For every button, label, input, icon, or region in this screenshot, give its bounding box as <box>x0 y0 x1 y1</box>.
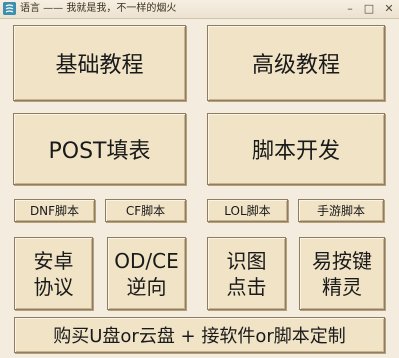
easy-key-wizard-label: 易按键 精灵 <box>312 248 372 299</box>
close-icon[interactable]: ✕ <box>382 2 396 16</box>
android-protocol-label: 安卓 协议 <box>33 248 74 299</box>
purchase-label: 购买U盘or云盘 + 接软件or脚本定制 <box>53 326 346 347</box>
basic-tutorial-button[interactable]: 基础教程 <box>13 25 186 101</box>
minimize-icon[interactable]: – <box>343 2 357 16</box>
title-bar: 语言 —— 我就是我，不一样的烟火 – □ ✕ <box>0 0 399 19</box>
easy-key-wizard-button[interactable]: 易按键 精灵 <box>299 237 385 310</box>
post-form-label: POST填表 <box>48 139 151 164</box>
maximize-icon[interactable]: □ <box>362 2 376 16</box>
lol-script-label: LOL脚本 <box>224 204 271 218</box>
window-title: 语言 —— 我就是我，不一样的烟火 <box>20 3 177 14</box>
lol-script-button[interactable]: LOL脚本 <box>207 199 288 222</box>
cf-script-button[interactable]: CF脚本 <box>105 199 186 222</box>
post-form-button[interactable]: POST填表 <box>13 113 186 185</box>
basic-tutorial-label: 基础教程 <box>55 53 144 78</box>
android-protocol-button[interactable]: 安卓 协议 <box>14 237 93 310</box>
advanced-tutorial-label: 高级教程 <box>251 53 340 78</box>
mobile-game-script-button[interactable]: 手游脚本 <box>298 199 384 222</box>
script-dev-button[interactable]: 脚本开发 <box>207 113 385 185</box>
dnf-script-button[interactable]: DNF脚本 <box>14 199 95 222</box>
app-icon <box>3 2 16 15</box>
image-click-button[interactable]: 识图 点击 <box>207 237 286 310</box>
script-dev-label: 脚本开发 <box>251 139 340 164</box>
image-click-label: 识图 点击 <box>226 248 267 299</box>
od-ce-reverse-button[interactable]: OD/CE 逆向 <box>107 237 186 310</box>
od-ce-reverse-label: OD/CE 逆向 <box>114 248 179 299</box>
mobile-game-script-label: 手游脚本 <box>316 204 365 218</box>
cf-script-label: CF脚本 <box>125 204 166 218</box>
dnf-script-label: DNF脚本 <box>29 204 80 218</box>
advanced-tutorial-button[interactable]: 高级教程 <box>207 25 385 101</box>
purchase-button[interactable]: 购买U盘or云盘 + 接软件or脚本定制 <box>14 317 385 353</box>
